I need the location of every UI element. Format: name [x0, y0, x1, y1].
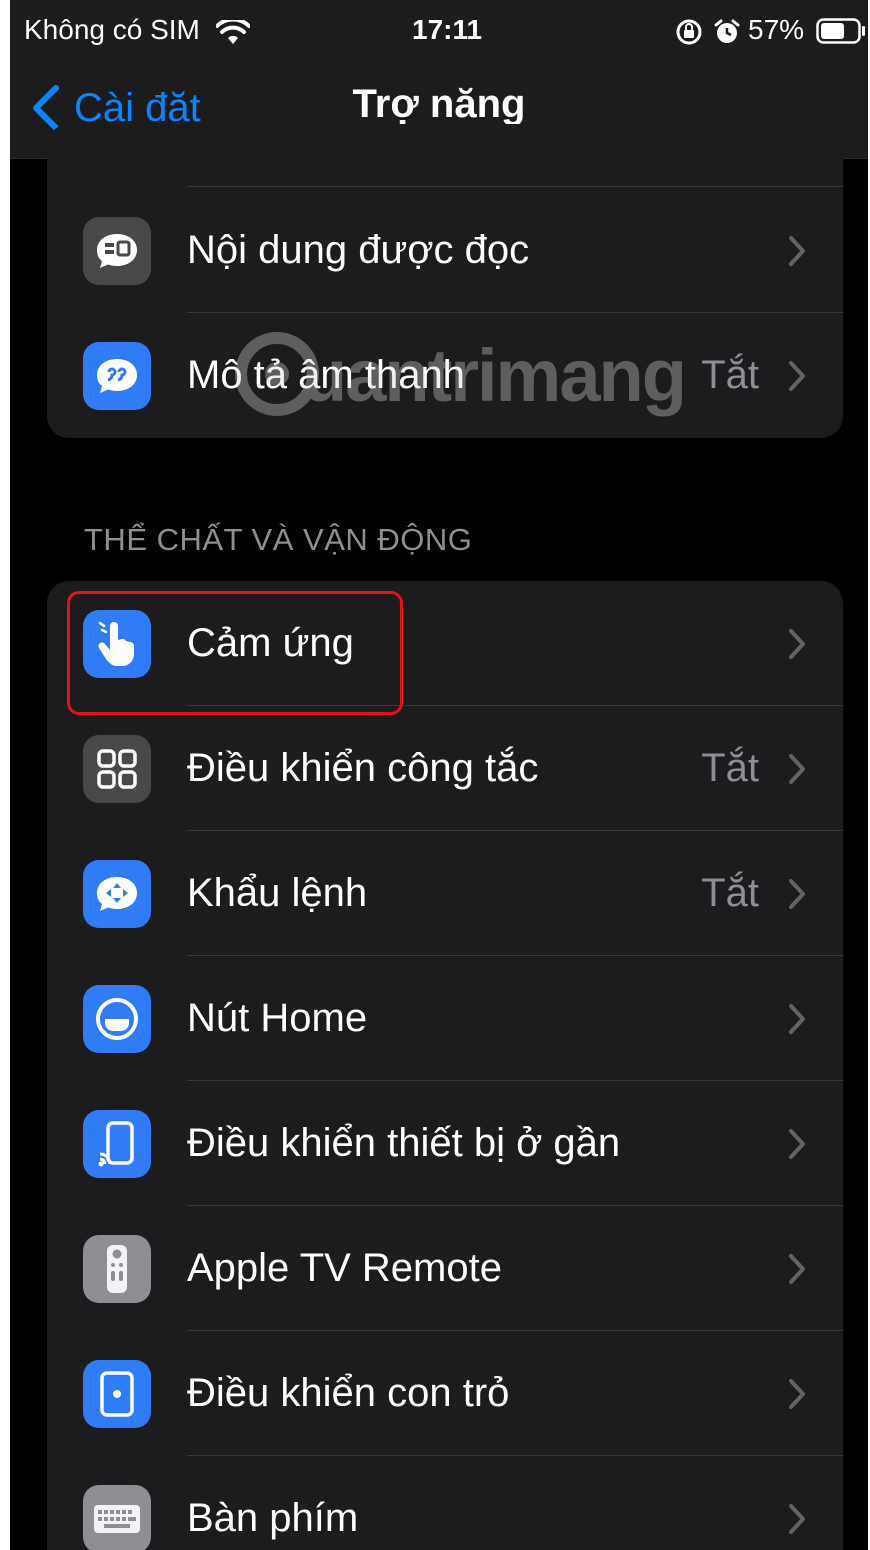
chevron-right-icon — [789, 1379, 805, 1409]
battery-percentage: 57% — [748, 14, 805, 45]
carrier-label: Không có SIM — [24, 14, 200, 45]
item-label: Nút Home — [187, 996, 368, 1040]
orientation-lock-icon — [676, 19, 702, 45]
spoken-content-icon — [83, 217, 151, 285]
wifi-icon — [216, 20, 250, 44]
chevron-right-icon — [789, 1504, 805, 1534]
highlight-annotation — [67, 591, 403, 715]
chevron-right-icon — [789, 236, 805, 266]
pointer-control-icon — [83, 1360, 151, 1428]
page-title: Trợ năng — [352, 82, 526, 126]
list-item-nearby-devices[interactable]: Điều khiển thiết bị ở gần — [47, 1081, 843, 1206]
list-item-keyboard[interactable]: Bàn phím — [47, 1456, 843, 1550]
home-button-icon — [83, 985, 151, 1053]
chevron-right-icon — [789, 629, 805, 659]
tv-remote-icon — [83, 1235, 151, 1303]
physical-motor-group: Cảm ứng Điều khiển công tắc Tắt Khẩu lện… — [47, 581, 843, 1550]
list-item-voice-control[interactable]: Khẩu lệnh Tắt — [47, 831, 843, 956]
nearby-devices-icon — [83, 1110, 151, 1178]
item-label: Điều khiển thiết bị ở gần — [187, 1121, 621, 1165]
item-label: Điều khiển công tắc — [187, 746, 539, 790]
item-label: Khẩu lệnh — [187, 871, 368, 915]
chevron-right-icon — [789, 361, 805, 391]
battery-icon — [816, 18, 865, 44]
section-header: THỂ CHẤT VÀ VẬN ĐỘNG — [84, 522, 473, 557]
item-value: Tắt — [701, 871, 759, 915]
chevron-right-icon — [789, 754, 805, 784]
clock-time: 17:11 — [412, 14, 483, 45]
item-value: Tắt — [701, 746, 759, 790]
list-item-audio-descriptions[interactable]: Mô tả âm thanh Tắt — [47, 313, 843, 438]
switch-control-icon — [83, 735, 151, 803]
chevron-right-icon — [789, 1004, 805, 1034]
status-bar: Không có SIM 17:11 57% — [10, 0, 868, 62]
item-label: Bàn phím — [187, 1496, 359, 1540]
row-separator — [187, 186, 843, 187]
list-item-apple-tv-remote[interactable]: Apple TV Remote — [47, 1206, 843, 1331]
vision-settings-group: Nội dung được đọc Mô tả âm thanh Tắt — [47, 124, 843, 438]
voice-control-icon — [83, 860, 151, 928]
item-label: Nội dung được đọc — [187, 228, 530, 272]
alarm-icon — [714, 19, 740, 43]
keyboard-icon — [83, 1485, 151, 1550]
list-item-switch-control[interactable]: Điều khiển công tắc Tắt — [47, 706, 843, 831]
chevron-right-icon — [789, 1254, 805, 1284]
item-label: Apple TV Remote — [187, 1246, 502, 1290]
chevron-right-icon — [789, 879, 805, 909]
list-item-spoken-content[interactable]: Nội dung được đọc — [47, 188, 843, 313]
audio-descriptions-icon — [83, 342, 151, 410]
item-label: Mô tả âm thanh — [187, 353, 465, 397]
list-item-pointer-control[interactable]: Điều khiển con trỏ — [47, 1331, 843, 1456]
chevron-right-icon — [789, 1129, 805, 1159]
item-label: Điều khiển con trỏ — [187, 1371, 510, 1415]
phone-screen: Không có SIM 17:11 57% Cài đặt Trợ năng … — [10, 0, 868, 1550]
list-item-home-button[interactable]: Nút Home — [47, 956, 843, 1081]
item-value: Tắt — [701, 353, 759, 397]
